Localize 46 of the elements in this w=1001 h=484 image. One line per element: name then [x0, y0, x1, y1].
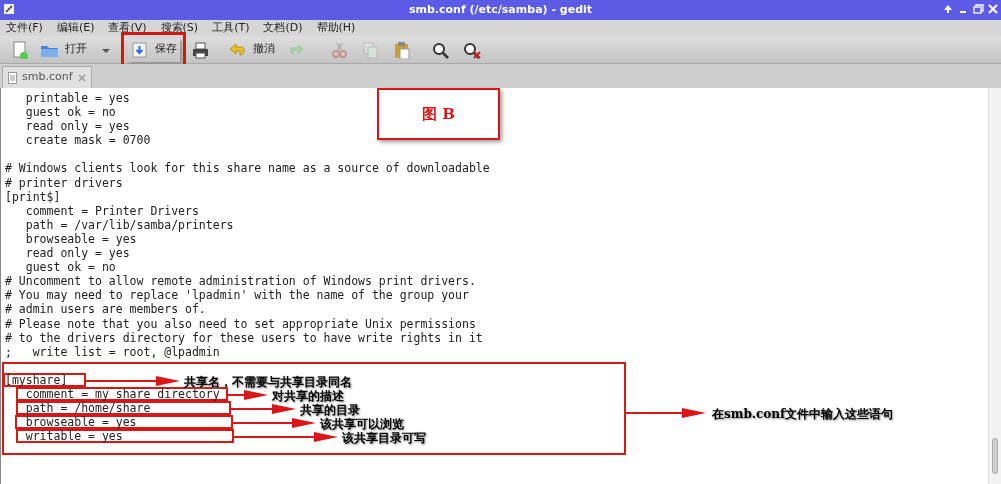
menu-item[interactable]: 查看(V): [108, 19, 147, 37]
toolbar-button[interactable]: 打开: [37, 37, 90, 62]
code-line: guest ok = no: [24, 105, 116, 120]
document-icon: [8, 71, 17, 84]
code-line: printable = yes: [24, 91, 130, 106]
code-line: [print$]: [5, 189, 61, 204]
menu-item[interactable]: 工具(T): [212, 19, 250, 37]
toolbar-button[interactable]: 撤消: [225, 37, 278, 62]
code-line: # Uncomment to allow remote administration of Windows print drivers.: [5, 274, 476, 289]
restore-icon[interactable]: [972, 2, 984, 16]
callout-text: 在smb.conf文件中输入这些语句: [712, 406, 894, 423]
file-tab[interactable]: smb.conf: [2, 66, 92, 88]
callout-text: 该共享目录可写: [342, 431, 426, 448]
code-line: # admin users are members of.: [5, 302, 206, 317]
callout-text: 对共享的描述: [272, 388, 344, 404]
scrollbar[interactable]: [988, 88, 1001, 484]
code-line: guest ok = no: [24, 260, 116, 275]
code-line: read only = yes: [24, 246, 130, 261]
callout-text: 该共享可以浏览: [320, 417, 404, 432]
menu-item[interactable]: 帮助(H): [316, 19, 356, 37]
callout-text: 共享的目录: [300, 402, 360, 418]
code-line: read only = yes: [24, 119, 130, 134]
figure-label: 图 B: [422, 103, 455, 125]
menu-item[interactable]: 编辑(E): [56, 19, 95, 37]
code-line: # Please note that you also need to set appropriate Unix permissions: [5, 316, 476, 331]
code-line: # printer drivers: [5, 175, 123, 190]
undo-arrow-icon: [228, 40, 247, 59]
close-icon[interactable]: [987, 2, 999, 16]
code-line: # You may need to replace 'lpadmin' with the name of the group your: [5, 288, 469, 303]
code-line: comment = Printer Drivers: [25, 203, 199, 218]
app-icon: [3, 3, 15, 15]
window-title: smb.conf (/etc/samba) - gedit: [408, 1, 593, 18]
menu-item[interactable]: 文档(D): [263, 19, 303, 37]
tab-label[interactable]: smb.conf: [22, 69, 73, 86]
close-tab-icon[interactable]: [77, 73, 86, 82]
code-line: # Windows clients look for this share name as a source of downloadable: [5, 161, 490, 176]
save-icon: [130, 40, 149, 59]
toolbar-button[interactable]: 保存: [127, 37, 180, 62]
code-line: # to the drivers directory for these users to have write rights in it: [5, 330, 483, 345]
scrollbar-thumb[interactable]: [992, 438, 998, 474]
code-line: create mask = 0700: [24, 133, 151, 148]
menu-item[interactable]: 文件(F): [6, 19, 43, 37]
code-line: browseable = yes: [24, 231, 137, 247]
menu-item[interactable]: 搜索(S): [160, 19, 199, 37]
code-line: path = /var/lib/samba/printers: [24, 217, 234, 232]
code-line: ; write list = root, @lpadmin: [5, 344, 220, 359]
